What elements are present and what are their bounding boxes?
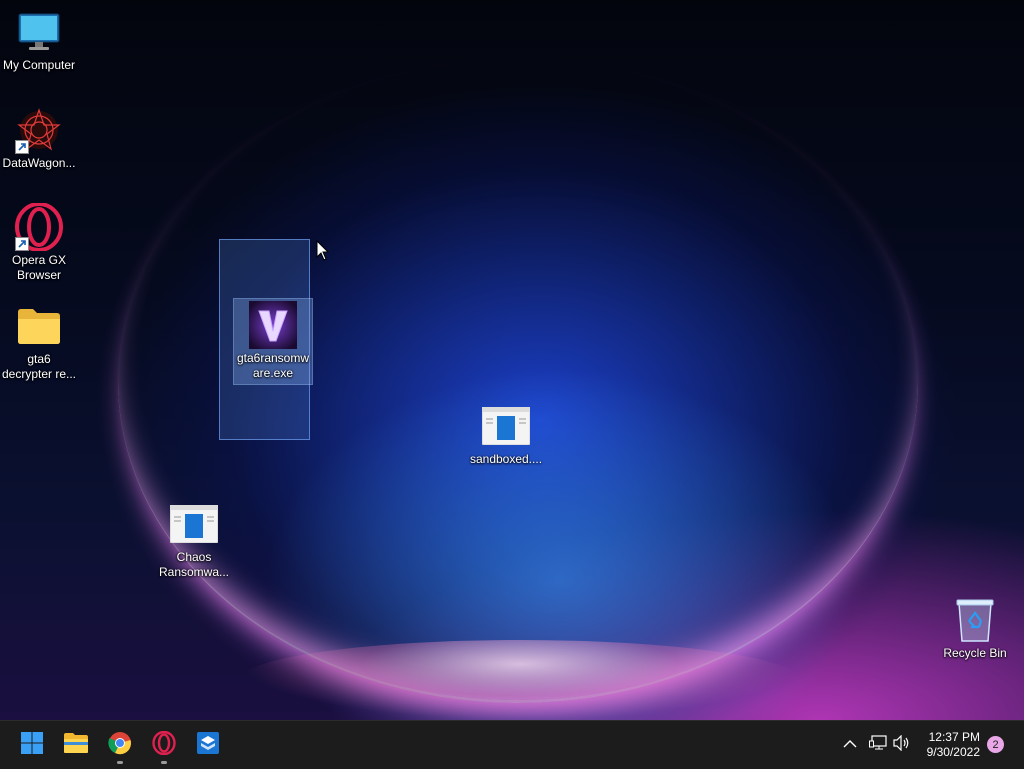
desktop-icon-recycle-bin[interactable]: Recycle Bin: [937, 596, 1013, 661]
desktop-icon-label: My Computer: [2, 58, 76, 72]
datawagon-icon: [15, 106, 63, 154]
taskbar-opera-gx[interactable]: [144, 725, 184, 765]
wallpaper-horizon: [240, 640, 800, 720]
desktop-icon-label: Opera GX Browser: [11, 253, 67, 282]
start-button[interactable]: [12, 725, 52, 765]
taskbar-clock[interactable]: 12:37 PM 9/30/2022: [927, 730, 980, 760]
mouse-cursor-icon: [316, 239, 330, 267]
gta6ransomware-icon: [249, 301, 297, 349]
volume-button[interactable]: [890, 721, 914, 769]
notification-badge[interactable]: 2: [987, 736, 1004, 753]
chaos-ransomware-icon: [170, 500, 218, 548]
show-hidden-icons-button[interactable]: [840, 721, 860, 769]
network-button[interactable]: [866, 721, 890, 769]
opera-gx-icon: [152, 730, 176, 760]
network-icon: [869, 734, 887, 756]
recycle-bin-icon: [951, 596, 999, 644]
desktop-icon-label: DataWagon...: [2, 156, 76, 170]
desktop-icon-gta6-folder[interactable]: gta6 decrypter re...: [1, 302, 77, 382]
speaker-icon: [893, 734, 911, 756]
desktop-icon-opera-gx[interactable]: Opera GX Browser: [1, 203, 77, 283]
desktop-icon-label: sandboxed....: [469, 452, 543, 466]
desktop-icon-datawagon[interactable]: DataWagon...: [1, 106, 77, 171]
chrome-icon: [108, 731, 132, 760]
clock-time: 12:37 PM: [928, 730, 980, 744]
shortcut-arrow-icon: [15, 237, 29, 251]
desktop-icon-label: Recycle Bin: [943, 646, 1007, 660]
desktop[interactable]: My Computer DataWagon... Opera GX Browse…: [0, 0, 1024, 720]
windows-start-icon: [20, 731, 44, 760]
running-indicator: [117, 761, 123, 764]
sandbox-app-icon: [482, 402, 530, 450]
taskbar-file-explorer[interactable]: [56, 725, 96, 765]
chevron-up-icon: [843, 736, 857, 754]
desktop-icon-label: gta6 decrypter re...: [1, 352, 77, 381]
desktop-icon-label: Chaos Ransomwa...: [158, 550, 230, 579]
running-indicator: [161, 761, 167, 764]
clock-date: 9/30/2022: [926, 745, 980, 759]
desktop-icon-my-computer[interactable]: My Computer: [1, 8, 77, 73]
sandbox-app-icon: [196, 731, 220, 760]
monitor-icon: [15, 8, 63, 56]
taskbar-sandbox-app[interactable]: [188, 725, 228, 765]
folder-icon: [15, 302, 63, 350]
shortcut-arrow-icon: [15, 140, 29, 154]
file-explorer-icon: [63, 732, 89, 759]
desktop-icon-sandboxed[interactable]: sandboxed....: [468, 402, 544, 467]
desktop-icon-label: gta6ransomware.exe: [236, 351, 310, 380]
desktop-icon-gta6ransomware-exe[interactable]: gta6ransomware.exe: [233, 298, 313, 385]
desktop-icon-chaos-ransomware[interactable]: Chaos Ransomwa...: [156, 500, 232, 580]
taskbar: 12:37 PM 9/30/2022 2: [0, 720, 1024, 769]
taskbar-chrome[interactable]: [100, 725, 140, 765]
opera-gx-icon: [15, 203, 63, 251]
